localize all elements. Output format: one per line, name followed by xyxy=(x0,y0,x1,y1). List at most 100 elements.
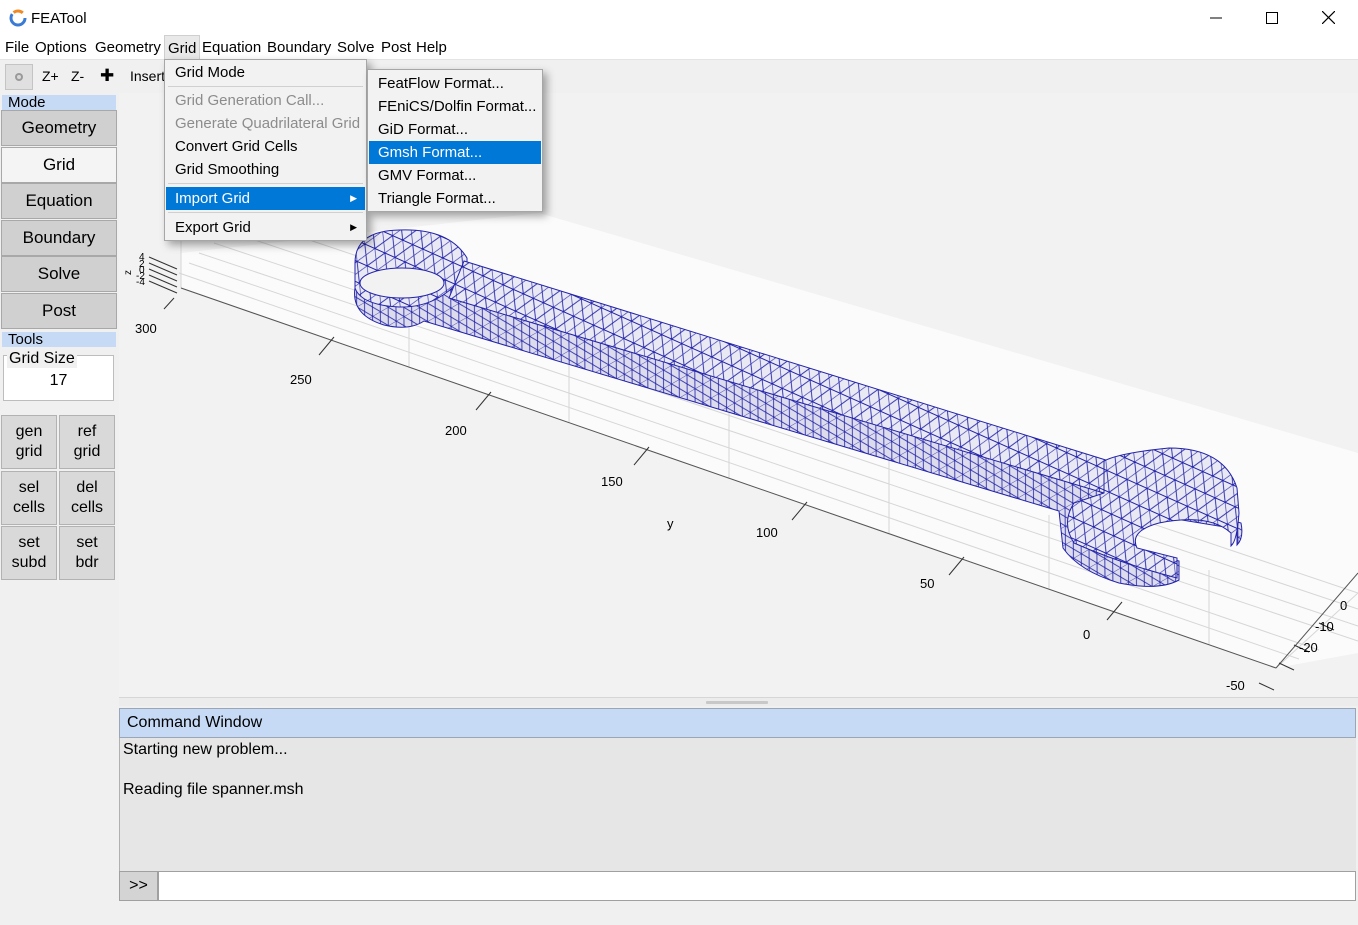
insert-button[interactable]: Insert xyxy=(130,68,165,84)
gen-grid-button[interactable]: gen grid xyxy=(1,415,57,469)
grid-size-input[interactable] xyxy=(5,370,112,392)
y-tick-150: 150 xyxy=(601,474,623,489)
import-gmv-format[interactable]: GMV Format... xyxy=(369,164,541,187)
output-line: Starting new problem... xyxy=(123,741,288,758)
mode-button-geometry[interactable]: Geometry xyxy=(1,110,117,146)
y-axis-label: y xyxy=(667,516,674,531)
x-tick-minus20: -20 xyxy=(1299,640,1318,655)
panel-splitter[interactable] xyxy=(119,697,1358,706)
set-subd-button[interactable]: set subd xyxy=(1,526,57,580)
x-tick-0: 0 xyxy=(1340,598,1347,613)
del-cells-label-1: del xyxy=(76,479,98,496)
y-tick-100: 100 xyxy=(756,525,778,540)
zoom-in-button[interactable]: Z+ xyxy=(42,68,59,84)
y-tick-200: 200 xyxy=(445,423,467,438)
mode-button-grid[interactable]: Grid xyxy=(1,147,117,183)
tools-section-label: Tools xyxy=(2,332,116,347)
set-subd-label-1: set xyxy=(18,534,40,551)
import-fenics-dolfin-format[interactable]: FEniCS/Dolfin Format... xyxy=(369,95,541,118)
close-button[interactable] xyxy=(1300,0,1357,35)
pan-icon[interactable]: ✚ xyxy=(100,66,114,86)
command-input[interactable] xyxy=(158,871,1356,901)
window-title: FEATool xyxy=(31,10,87,27)
set-bdr-label-1: set xyxy=(76,534,98,551)
command-output: Starting new problem... Reading file spa… xyxy=(119,738,1356,871)
grid-menu-item-grid-smoothing[interactable]: Grid Smoothing xyxy=(166,158,365,181)
sel-cells-label-2: cells xyxy=(12,499,45,516)
command-window-header: Command Window xyxy=(119,708,1356,738)
minimize-icon xyxy=(1209,17,1222,18)
featool-logo-icon xyxy=(9,9,27,27)
import-grid-submenu: FeatFlow Format... FEniCS/Dolfin Format.… xyxy=(367,69,543,212)
menu-solve[interactable]: Solve xyxy=(337,39,375,56)
command-prompt-button[interactable]: >> xyxy=(119,871,158,901)
y-tick-300: 300 xyxy=(135,321,157,336)
import-triangle-format[interactable]: Triangle Format... xyxy=(369,187,541,210)
z-tick-minus4: -4 xyxy=(136,277,145,288)
set-bdr-label-2: bdr xyxy=(75,554,99,571)
menu-geometry[interactable]: Geometry xyxy=(95,39,161,56)
x-tick-minus50: -50 xyxy=(1226,678,1245,693)
y-tick-250: 250 xyxy=(290,372,312,387)
title-bar: FEATool xyxy=(0,0,1358,35)
menu-options[interactable]: Options xyxy=(35,39,87,56)
y-tick-50: 50 xyxy=(920,576,934,591)
import-gmsh-format[interactable]: Gmsh Format... xyxy=(369,141,541,164)
maximize-button[interactable] xyxy=(1243,0,1300,35)
left-panel: Mode Geometry Grid Equation Boundary Sol… xyxy=(0,93,118,903)
grid-size-panel: Grid Size xyxy=(3,350,114,401)
grid-menu-item-convert-grid-cells[interactable]: Convert Grid Cells xyxy=(166,135,365,158)
status-bar xyxy=(0,903,1358,925)
ref-grid-label-1: ref xyxy=(77,423,97,440)
menu-separator xyxy=(168,86,363,87)
submenu-arrow-icon: ▶ xyxy=(350,193,357,203)
import-featflow-format[interactable]: FeatFlow Format... xyxy=(369,72,541,95)
output-line: Reading file spanner.msh xyxy=(123,781,304,798)
sel-cells-label-1: sel xyxy=(18,479,40,496)
ref-grid-label-2: grid xyxy=(73,443,101,460)
y-tick-0: 0 xyxy=(1083,627,1090,642)
zoom-out-button[interactable]: Z- xyxy=(71,68,84,84)
menu-separator xyxy=(168,212,363,213)
del-cells-label-2: cells xyxy=(70,499,103,516)
submenu-arrow-icon: ▶ xyxy=(350,222,357,232)
rotate-icon xyxy=(15,73,23,81)
export-grid-label: Export Grid xyxy=(175,219,251,236)
gen-grid-label-2: grid xyxy=(15,443,43,460)
grid-menu-item-export-grid[interactable]: Export Grid ▶ xyxy=(166,216,365,239)
grid-menu-item-generate-quadrilateral-grid[interactable]: Generate Quadrilateral Grid xyxy=(166,112,365,135)
x-tick-minus10: -10 xyxy=(1315,619,1334,634)
ref-grid-button[interactable]: ref grid xyxy=(59,415,115,469)
menu-grid[interactable]: Grid xyxy=(164,35,201,60)
z-axis xyxy=(148,256,178,294)
grid-menu-item-grid-mode[interactable]: Grid Mode xyxy=(166,61,365,84)
set-bdr-button[interactable]: set bdr xyxy=(59,526,115,580)
maximize-icon xyxy=(1265,11,1278,24)
import-gid-format[interactable]: GiD Format... xyxy=(369,118,541,141)
rotate-view-button[interactable] xyxy=(5,64,33,90)
menu-file[interactable]: File xyxy=(5,39,29,56)
mode-button-post[interactable]: Post xyxy=(1,293,117,329)
z-axis-label: z xyxy=(123,270,134,275)
close-icon xyxy=(1322,11,1335,24)
mode-section-label: Mode xyxy=(2,95,116,110)
menu-post[interactable]: Post xyxy=(381,39,411,56)
menu-separator xyxy=(168,183,363,184)
del-cells-button[interactable]: del cells xyxy=(59,471,115,525)
mode-button-solve[interactable]: Solve xyxy=(1,256,117,292)
import-grid-label: Import Grid xyxy=(175,190,251,207)
grid-menu-item-import-grid[interactable]: Import Grid ▶ xyxy=(166,187,365,210)
gen-grid-label-1: gen xyxy=(15,423,43,440)
minimize-button[interactable] xyxy=(1187,0,1244,35)
sel-cells-button[interactable]: sel cells xyxy=(1,471,57,525)
grid-menu-item-grid-generation-call[interactable]: Grid Generation Call... xyxy=(166,89,365,112)
mode-button-equation[interactable]: Equation xyxy=(1,183,117,219)
menu-equation[interactable]: Equation xyxy=(202,39,261,56)
featool-app-window: FEATool File Options Geometry Grid Equat… xyxy=(0,0,1358,925)
splitter-handle[interactable] xyxy=(706,701,768,704)
menu-boundary[interactable]: Boundary xyxy=(267,39,331,56)
grid-size-label: Grid Size xyxy=(7,350,77,368)
menu-help[interactable]: Help xyxy=(416,39,447,56)
mode-button-boundary[interactable]: Boundary xyxy=(1,220,117,256)
